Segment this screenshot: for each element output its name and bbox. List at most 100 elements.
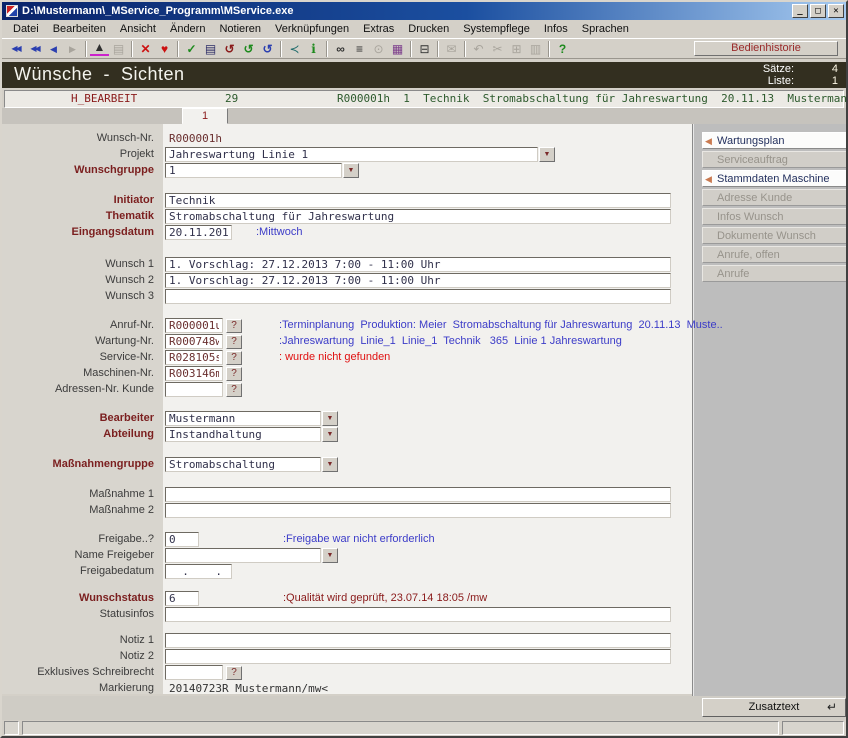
adressen-nr-label: Adressen-Nr. Kunde bbox=[2, 382, 162, 398]
info-icon[interactable]: i bbox=[304, 40, 323, 58]
wunsch3-label: Wunsch 3 bbox=[2, 289, 162, 305]
maschinen-nr-field[interactable] bbox=[165, 366, 223, 381]
eingangsdatum-label: Eingangsdatum bbox=[2, 225, 162, 241]
wunsch2-label: Wunsch 2 bbox=[2, 273, 162, 289]
refresh-green-icon[interactable]: ↺ bbox=[239, 40, 258, 58]
menu-ansicht[interactable]: Ansicht bbox=[113, 21, 163, 37]
massnahmengruppe-field[interactable] bbox=[165, 457, 321, 472]
wunsch2-field[interactable] bbox=[165, 273, 671, 288]
menu-verknuepfungen[interactable]: Verknüpfungen bbox=[268, 21, 356, 37]
close-icon[interactable]: ✕ bbox=[828, 4, 844, 18]
freigabe-label: Freigabe..? bbox=[2, 532, 162, 548]
bedienhistorie-button[interactable]: Bedienhistorie bbox=[694, 41, 838, 56]
massnahme1-field[interactable] bbox=[165, 487, 671, 502]
menu-datei[interactable]: Datei bbox=[6, 21, 46, 37]
menu-infos[interactable]: Infos bbox=[537, 21, 575, 37]
toolbar-separator bbox=[437, 41, 439, 57]
sidebar-button-label: Infos Wunsch bbox=[717, 211, 783, 223]
menu-notieren[interactable]: Notieren bbox=[212, 21, 268, 37]
thematik-field[interactable] bbox=[165, 209, 671, 224]
lookup-question-icon[interactable]: ? bbox=[226, 383, 242, 397]
tab-strip: 1 bbox=[2, 108, 846, 124]
name-freigeber-field[interactable] bbox=[165, 548, 321, 563]
menu-drucken[interactable]: Drucken bbox=[401, 21, 456, 37]
record-summary: R000001h 1 Technik Stromabschaltung für … bbox=[337, 91, 848, 107]
freigabedatum-field[interactable] bbox=[165, 564, 232, 579]
eingangsdatum-field[interactable] bbox=[165, 225, 232, 240]
menu-extras[interactable]: Extras bbox=[356, 21, 401, 37]
lookup-question-icon[interactable]: ? bbox=[226, 335, 242, 349]
chevron-down-icon[interactable]: ▼ bbox=[322, 548, 338, 563]
wunschgruppe-field[interactable] bbox=[165, 163, 342, 178]
lookup-question-icon[interactable]: ? bbox=[226, 351, 242, 365]
sidebar-button-anrufe-offen: Anrufe, offen bbox=[702, 246, 848, 263]
menu-sprachen[interactable]: Sprachen bbox=[575, 21, 636, 37]
lookup-question-icon[interactable]: ? bbox=[226, 666, 242, 680]
minimize-icon[interactable]: _ bbox=[792, 4, 808, 18]
lower-band: Zusatztext ↵ bbox=[2, 696, 846, 720]
thematik-label: Thematik bbox=[2, 209, 162, 225]
prev-page-icon[interactable]: ◀◀ bbox=[25, 40, 44, 58]
refresh-red-icon[interactable]: ↺ bbox=[220, 40, 239, 58]
abteilung-field[interactable] bbox=[165, 427, 321, 442]
wunsch3-field[interactable] bbox=[165, 289, 671, 304]
active-arrow-icon: ◀ bbox=[705, 171, 712, 187]
delete-icon[interactable]: ✕ bbox=[136, 40, 155, 58]
refresh-blue-icon[interactable]: ↺ bbox=[258, 40, 277, 58]
bearbeiter-label: Bearbeiter bbox=[2, 411, 162, 427]
wunschgruppe-label: Wunschgruppe bbox=[2, 163, 162, 179]
first-record-icon[interactable]: ◀◀ bbox=[6, 40, 25, 58]
toolbar: ◀◀ ◀◀ ◀ ▶ ▲ ▤ ✕ ♥ ✓ ▤ ↺ ↺ ↺ ≺ i ∞ ≡ ⊙ ▦ … bbox=[2, 39, 846, 59]
eingangsdatum-info: :Mittwoch bbox=[256, 225, 302, 240]
chevron-down-icon[interactable]: ▼ bbox=[539, 147, 555, 162]
link-icon[interactable]: ≺ bbox=[285, 40, 304, 58]
menu-bearbeiten[interactable]: Bearbeiten bbox=[46, 21, 113, 37]
chevron-down-icon[interactable]: ▼ bbox=[343, 163, 359, 178]
menu-bar: Datei Bearbeiten Ansicht Ändern Notieren… bbox=[2, 20, 846, 39]
menu-aendern[interactable]: Ändern bbox=[163, 21, 212, 37]
chevron-down-icon[interactable]: ▼ bbox=[322, 411, 338, 426]
print-icon[interactable]: ⊟ bbox=[415, 40, 434, 58]
wartung-nr-field[interactable] bbox=[165, 334, 223, 349]
confirm-icon[interactable]: ✓ bbox=[182, 40, 201, 58]
freigabe-field[interactable] bbox=[165, 532, 199, 547]
exklusiv-schreibrecht-field[interactable] bbox=[165, 665, 223, 680]
zusatztext-button[interactable]: Zusatztext ↵ bbox=[702, 698, 846, 717]
tab-1[interactable]: 1 bbox=[182, 108, 228, 124]
wunsch1-field[interactable] bbox=[165, 257, 671, 272]
chevron-down-icon[interactable]: ▼ bbox=[322, 427, 338, 442]
notiz2-field[interactable] bbox=[165, 649, 671, 664]
lookup-question-icon[interactable]: ? bbox=[226, 319, 242, 333]
adressen-nr-field[interactable] bbox=[165, 382, 223, 397]
record-bar[interactable]: H_BEARBEIT 29 R000001h 1 Technik Stromab… bbox=[4, 90, 844, 108]
list-icon[interactable]: ≡ bbox=[350, 40, 369, 58]
maximize-icon[interactable]: □ bbox=[810, 4, 826, 18]
favorite-icon[interactable]: ♥ bbox=[155, 40, 174, 58]
next-record-icon: ▶ bbox=[63, 40, 82, 58]
record-form-icon[interactable]: ▤ bbox=[201, 40, 220, 58]
sidebar-button-stammdaten-maschine[interactable]: ◀ Stammdaten Maschine bbox=[702, 170, 848, 187]
cut-icon: ✂ bbox=[488, 40, 507, 58]
initiator-field[interactable] bbox=[165, 193, 671, 208]
paste-icon: ▥ bbox=[526, 40, 545, 58]
massnahme2-field[interactable] bbox=[165, 503, 671, 518]
menu-systempflege[interactable]: Systempflege bbox=[456, 21, 537, 37]
sidebar-button-wartungsplan[interactable]: ◀ Wartungsplan bbox=[702, 132, 848, 149]
import-icon[interactable]: ▲ bbox=[90, 41, 109, 56]
wunschstatus-field[interactable] bbox=[165, 591, 199, 606]
mail-icon[interactable]: ✉ bbox=[442, 40, 461, 58]
image-icon[interactable]: ▦ bbox=[388, 40, 407, 58]
service-nr-field[interactable] bbox=[165, 350, 223, 365]
prev-record-icon[interactable]: ◀ bbox=[44, 40, 63, 58]
service-nr-error: : wurde nicht gefunden bbox=[279, 350, 390, 365]
lookup-question-icon[interactable]: ? bbox=[226, 367, 242, 381]
anruf-nr-field[interactable] bbox=[165, 318, 223, 333]
help-icon[interactable]: ? bbox=[553, 40, 572, 58]
notiz1-field[interactable] bbox=[165, 633, 671, 648]
search-binoculars-icon[interactable]: ∞ bbox=[331, 40, 350, 58]
bearbeiter-field[interactable] bbox=[165, 411, 321, 426]
chevron-down-icon[interactable]: ▼ bbox=[322, 457, 338, 472]
statusinfos-field[interactable] bbox=[165, 607, 671, 622]
projekt-field[interactable] bbox=[165, 147, 538, 162]
status-cell-left bbox=[4, 721, 19, 735]
